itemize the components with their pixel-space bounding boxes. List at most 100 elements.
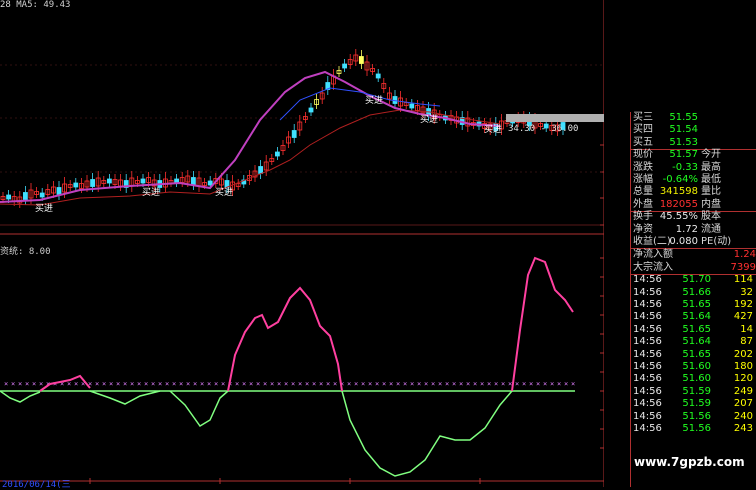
tick-price: 51.59 (682, 398, 711, 410)
quote-value: 182055 (659, 198, 698, 210)
marker-dot: × (270, 380, 274, 388)
marker-dot: × (389, 380, 393, 388)
chart-area[interactable]: 35.0030.0025.0020.0015.00140.00120.00100… (0, 0, 604, 487)
buy-signal-label: 买进 (484, 124, 502, 135)
tick-row: 14:56 51.65 192 (631, 299, 756, 311)
quote-row: 外盘 182055 内盘 (631, 199, 756, 211)
quote-value: -0.64% (662, 174, 698, 185)
quote-row: 总量 341598 量比 (631, 186, 756, 198)
marker-dot: × (207, 380, 211, 388)
marker-dot: × (249, 380, 253, 388)
marker-dot: × (18, 380, 22, 388)
quote-label-secondary: 股本 (701, 211, 721, 223)
quote-value: 1.72 (675, 223, 698, 235)
quote-label: 收益(二) (633, 236, 671, 247)
quote-label-secondary: 最高 (701, 161, 721, 173)
candle-body (409, 103, 415, 109)
marker-dot: × (459, 380, 463, 388)
tick-row: 14:56 51.65 14 (631, 324, 756, 336)
marker-dot: × (550, 380, 554, 388)
tick-volume: 32 (740, 286, 753, 298)
buy-signal-label: 买进 (142, 187, 160, 198)
quote-row: 现价 51.57 今开 (631, 149, 756, 161)
marker-dot: × (361, 380, 365, 388)
ind-line-green (0, 390, 41, 403)
tick-row: 14:56 51.56 240 (631, 411, 756, 423)
marker-dot: × (200, 380, 204, 388)
marker-dot: × (291, 380, 295, 388)
tick-price: 51.65 (682, 323, 711, 335)
tick-volume: 14 (740, 323, 753, 335)
tick-time: 14:56 (633, 286, 662, 298)
marker-dot: × (130, 380, 134, 388)
marker-dot: × (536, 380, 540, 388)
tick-volume: 114 (733, 274, 753, 286)
marker-dot: × (347, 380, 351, 388)
quote-value: 45.55% (659, 211, 698, 223)
quote-row: 收益(二) 0.080 PE(动) (631, 236, 756, 248)
quote-value: 341598 (659, 186, 698, 198)
buy-signal-label: 买进 (215, 187, 233, 198)
tick-time: 14:56 (633, 423, 662, 434)
tick-row: 14:56 51.60 120 (631, 373, 756, 385)
marker-dot: × (186, 380, 190, 388)
tick-time: 14:56 (633, 323, 662, 335)
tick-time: 14:56 (633, 311, 662, 323)
candle-body (207, 180, 213, 186)
quote-label-secondary: PE(动) (701, 236, 732, 247)
marker-dot: × (368, 380, 372, 388)
quote-label: 换手 (633, 211, 653, 223)
indicator-title: 资统: 8.00 (0, 247, 51, 257)
marker-dot: × (32, 380, 36, 388)
tick-volume: 207 (733, 398, 753, 410)
tick-row: 14:56 51.65 202 (631, 349, 756, 361)
marker-dot: × (480, 380, 484, 388)
quote-row: 买四 51.54 (631, 124, 756, 136)
tick-volume: 87 (740, 336, 753, 348)
marker-dot: × (417, 380, 421, 388)
quote-panel: 买三 51.55 买四 51.54 买五 51.53 现价 51.57 今开 涨跌 -0.33 最高涨… (631, 112, 756, 487)
tick-volume: 192 (733, 299, 753, 310)
quote-value: 51.54 (669, 124, 698, 136)
flow-value: 1.24 (733, 249, 756, 261)
quote-label: 涨跌 (633, 161, 653, 173)
tick-price: 51.65 (682, 348, 711, 360)
quote-label: 买四 (633, 124, 653, 136)
marker-dot: × (116, 380, 120, 388)
candle-body (308, 107, 314, 113)
candle-body (107, 178, 112, 184)
tick-time: 14:56 (633, 385, 662, 397)
tick-volume: 202 (733, 348, 753, 360)
candle-body (358, 56, 364, 64)
marker-dot: × (410, 380, 414, 388)
chart-header: 28 MA5: 49.43 (0, 0, 70, 10)
tick-row: 14:56 51.59 249 (631, 386, 756, 398)
tick-time: 14:56 (633, 336, 662, 348)
marker-dot: × (466, 380, 470, 388)
marker-dot: × (557, 380, 561, 388)
marker-dot: × (25, 380, 29, 388)
quote-label-secondary: 量比 (701, 186, 721, 198)
marker-dot: × (382, 380, 386, 388)
marker-dot: × (221, 380, 225, 388)
kline-chart[interactable]: 35.0030.0025.0020.0015.00140.00120.00100… (0, 0, 604, 487)
marker-dot: × (4, 380, 8, 388)
marker-dot: × (137, 380, 141, 388)
marker-dot: × (522, 380, 526, 388)
candle-body (56, 187, 62, 195)
candle-body (342, 63, 348, 69)
marker-dot: × (333, 380, 337, 388)
marker-dot: × (144, 380, 148, 388)
marker-dot: × (123, 380, 127, 388)
marker-dot: × (431, 380, 435, 388)
ind-line-pink (227, 286, 343, 392)
quote-row: 买五 51.53 (631, 137, 756, 149)
marker-dot: × (445, 380, 449, 388)
marker-dot: × (403, 380, 407, 388)
candle-body (258, 166, 264, 174)
marker-dot: × (515, 380, 519, 388)
marker-dot: × (354, 380, 358, 388)
quote-label: 外盘 (633, 198, 653, 210)
flow-label: 大宗流入 (633, 261, 673, 273)
candle-body (39, 192, 45, 198)
